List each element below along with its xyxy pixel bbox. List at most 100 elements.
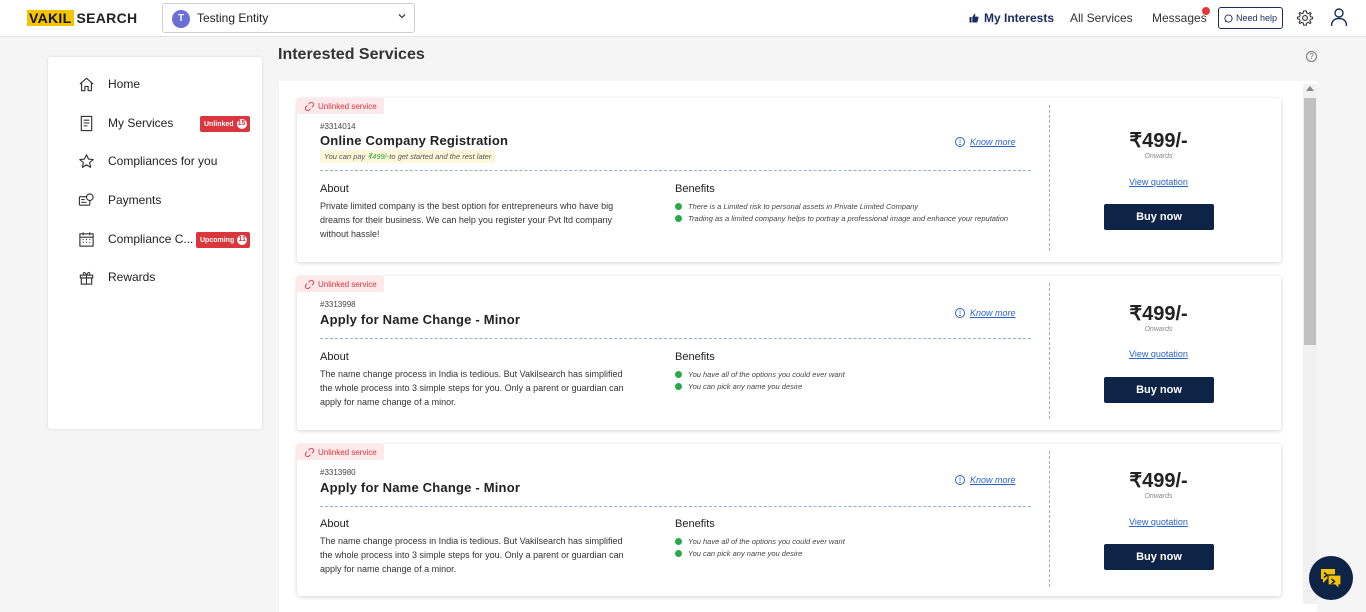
divider-vertical: [1049, 451, 1050, 587]
benefit-text: You can pick any name you desire: [688, 548, 803, 558]
gift-icon: [79, 271, 94, 285]
about-heading: About: [320, 518, 349, 530]
about-heading: About: [320, 183, 349, 195]
benefit-text: There is a Limited risk to personal asse…: [688, 201, 919, 211]
service-title: Apply for Name Change - Minor: [320, 312, 521, 327]
benefit-item: Trading as a limited company helps to po…: [675, 212, 1045, 224]
page-title: Interested Services: [278, 46, 425, 63]
nav-all-services[interactable]: All Services: [1070, 11, 1133, 25]
know-more-label: Know more: [970, 308, 1016, 318]
entity-selector[interactable]: T Testing Entity: [162, 3, 415, 33]
benefits-list: You have all of the options you could ev…: [675, 368, 1045, 392]
scrollbar-thumb[interactable]: [1304, 98, 1316, 345]
thumbs-up-icon: [969, 13, 979, 23]
service-id: #3314014: [320, 122, 356, 131]
buy-now-button[interactable]: Buy now: [1104, 377, 1214, 403]
know-more-link[interactable]: i Know more: [955, 137, 1016, 147]
info-icon: i: [955, 308, 965, 318]
user-profile-icon[interactable]: [1329, 7, 1349, 27]
sidebar-item-compliances[interactable]: Compliances for you: [78, 151, 258, 171]
price: ₹499/-: [1129, 303, 1188, 325]
messages-notification-dot: [1202, 7, 1210, 15]
divider: [320, 170, 1031, 171]
sidebar-item-payments[interactable]: Payments: [78, 190, 258, 210]
price-onwards: Onwards: [1144, 326, 1173, 333]
vakilsearch-logo[interactable]: VAKIL SEARCH: [27, 10, 137, 26]
tag-label: Unlinked service: [318, 101, 377, 111]
buy-now-button[interactable]: Buy now: [1104, 204, 1214, 230]
pay-note-pre: You can pay: [324, 152, 368, 161]
link-broken-icon: [305, 101, 314, 111]
divider-vertical: [1049, 105, 1050, 251]
sidebar-item-label: Compliances for you: [108, 154, 218, 168]
benefit-text: You can pick any name you desire: [688, 381, 803, 391]
know-more-link[interactable]: i Know more: [955, 308, 1016, 318]
benefit-text: You have all of the options you could ev…: [688, 536, 845, 546]
document-icon: [80, 115, 93, 131]
tag-label: Unlinked service: [318, 279, 377, 289]
sidebar: Home My Services Unlinked 15 Compliances…: [48, 57, 262, 429]
badge-count: 11: [237, 235, 248, 245]
chat-icon: [1321, 569, 1342, 591]
scroll-up-arrow[interactable]: [1306, 86, 1314, 91]
service-card: Unlinked service #3313980 Apply for Name…: [297, 444, 1281, 596]
benefit-item: You can pick any name you desire: [675, 547, 1045, 559]
know-more-link[interactable]: i Know more: [955, 475, 1016, 485]
benefits-heading: Benefits: [675, 518, 715, 530]
link-broken-icon: [305, 447, 314, 457]
nav-my-interests-label: My Interests: [984, 11, 1055, 25]
gear-icon[interactable]: [1296, 9, 1314, 27]
divider-vertical: [1049, 283, 1050, 419]
sidebar-item-label: Payments: [108, 193, 162, 207]
pay-note-post: to get started and the rest later: [389, 152, 492, 161]
buy-now-button[interactable]: Buy now: [1104, 544, 1214, 570]
know-more-label: Know more: [970, 137, 1016, 147]
service-title: Online Company Registration: [320, 133, 509, 148]
benefit-item: You can pick any name you desire: [675, 380, 1045, 392]
check-circle-icon: [675, 202, 682, 210]
tag-label: Unlinked service: [318, 447, 377, 457]
divider: [320, 506, 1031, 507]
benefits-heading: Benefits: [675, 183, 715, 195]
info-icon: i: [955, 137, 965, 147]
view-quotation-link[interactable]: View quotation: [1077, 177, 1240, 187]
upcoming-badge: Upcoming 11: [196, 232, 251, 248]
unlinked-service-tag: Unlinked service: [297, 98, 384, 114]
price-onwards: Onwards: [1144, 493, 1173, 500]
entity-name: Testing Entity: [197, 11, 269, 25]
help-question-icon[interactable]: ?: [1306, 51, 1317, 62]
chat-support-button[interactable]: [1309, 556, 1353, 600]
service-card: Unlinked service #3313998 Apply for Name…: [297, 276, 1281, 430]
logo-part-vakil: VAKIL: [27, 10, 75, 26]
benefits-heading: Benefits: [675, 351, 715, 363]
sidebar-item-label: Compliance C...: [108, 232, 194, 246]
link-broken-icon: [305, 279, 314, 289]
home-icon: [79, 77, 94, 91]
check-circle-icon: [675, 214, 682, 222]
need-help-button[interactable]: Need help: [1218, 7, 1283, 29]
benefit-text: You have all of the options you could ev…: [688, 369, 845, 379]
sidebar-item-rewards[interactable]: Rewards: [78, 267, 258, 287]
price: ₹499/-: [1129, 470, 1188, 492]
payment-icon: [78, 192, 94, 206]
nav-my-interests[interactable]: My Interests: [969, 11, 1054, 25]
star-icon: [79, 153, 94, 168]
check-circle-icon: [675, 549, 682, 557]
know-more-label: Know more: [970, 475, 1016, 485]
chat-bubble-icon: [1224, 13, 1233, 23]
badge-label: Upcoming: [200, 236, 235, 244]
info-icon: i: [955, 475, 965, 485]
service-id: #3313998: [320, 300, 356, 309]
sidebar-item-label: Home: [108, 77, 141, 91]
badge-label: Unlinked: [204, 120, 234, 128]
sidebar-item-home[interactable]: Home: [78, 74, 258, 94]
badge-count: 15: [236, 119, 247, 129]
benefits-list: You have all of the options you could ev…: [675, 535, 1045, 559]
unlinked-service-tag: Unlinked service: [297, 444, 384, 460]
view-quotation-link[interactable]: View quotation: [1077, 517, 1240, 527]
about-text: The name change process in India is tedi…: [320, 536, 624, 574]
entity-avatar: T: [172, 10, 190, 28]
benefits-list: There is a Limited risk to personal asse…: [675, 200, 1045, 224]
nav-messages[interactable]: Messages: [1152, 11, 1207, 25]
view-quotation-link[interactable]: View quotation: [1077, 349, 1240, 359]
